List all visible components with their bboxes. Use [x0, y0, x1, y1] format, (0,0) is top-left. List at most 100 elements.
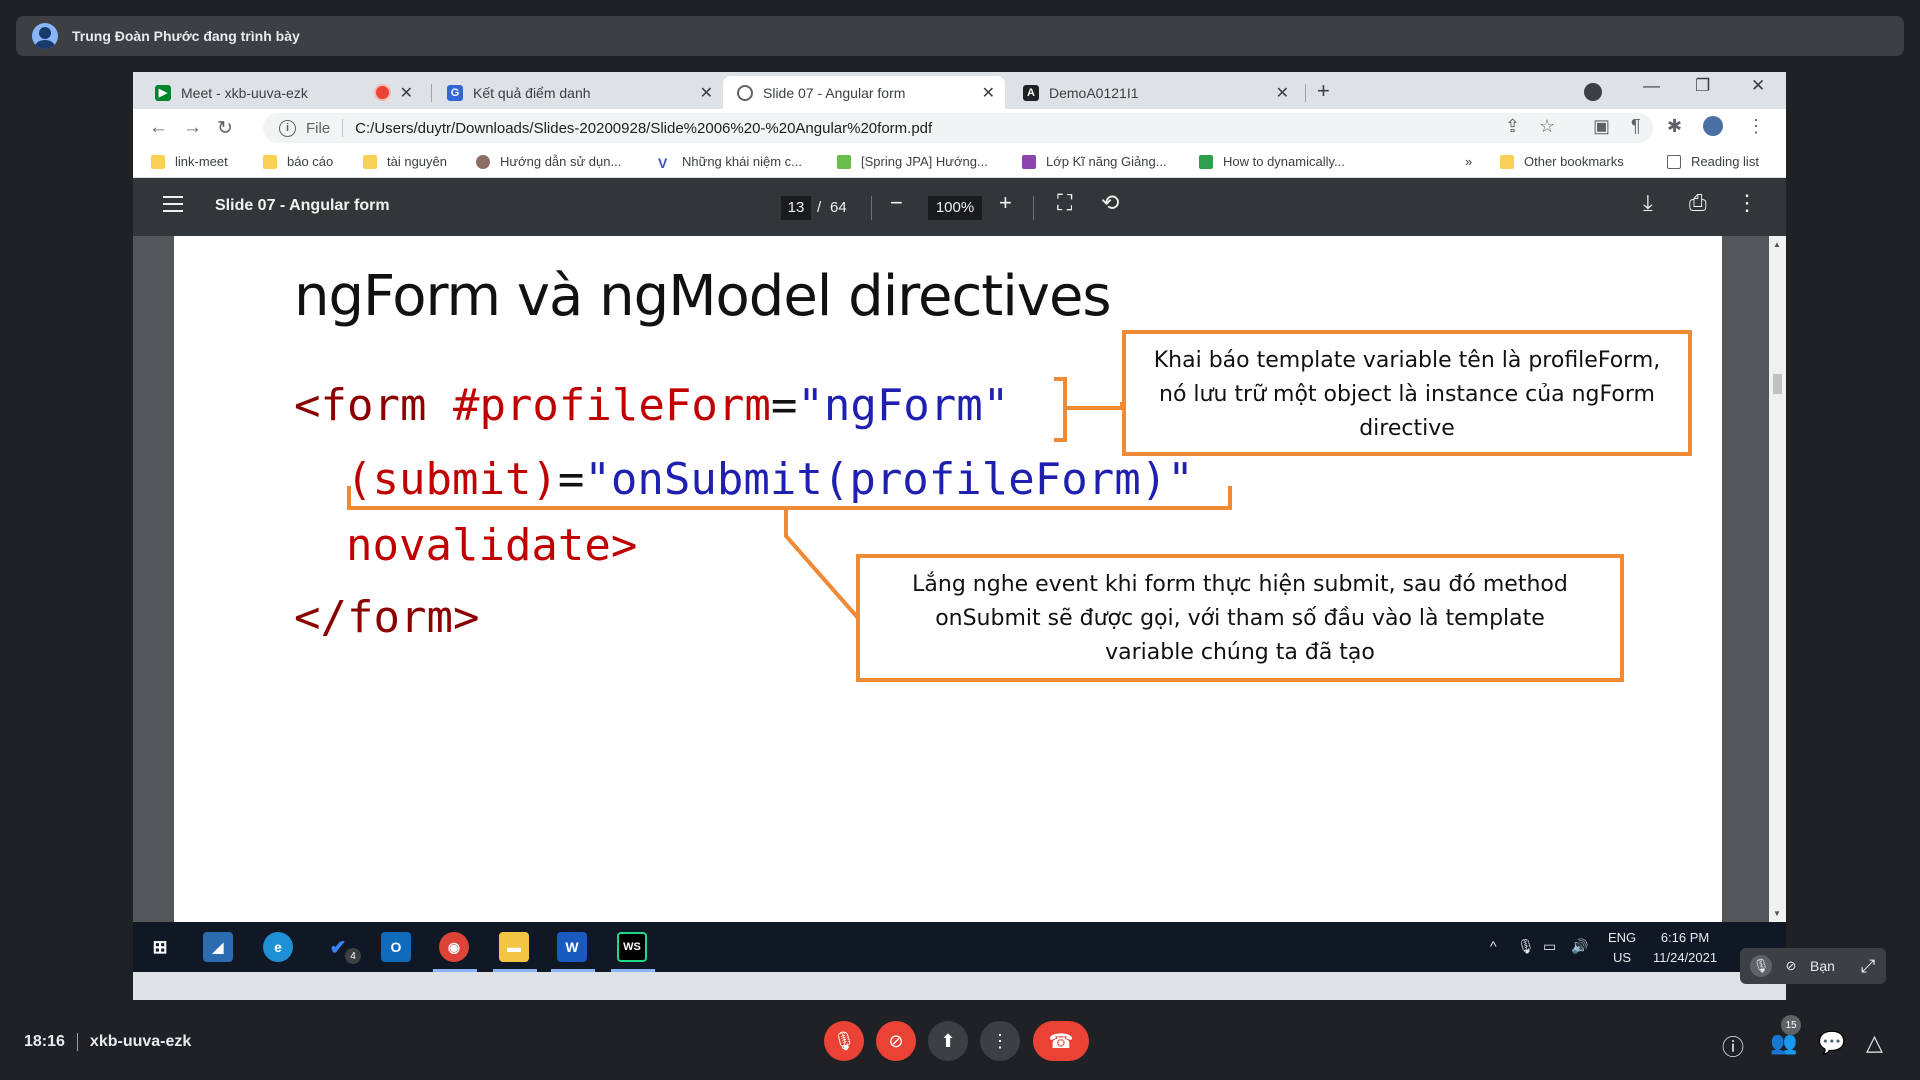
- other-bookmarks[interactable]: Other bookmarks: [1500, 154, 1624, 169]
- chrome-icon[interactable]: ◉: [439, 932, 469, 962]
- meeting-time: 18:16: [24, 1033, 65, 1051]
- close-icon[interactable]: ✕: [1276, 83, 1289, 103]
- tab-search-icon[interactable]: [1584, 83, 1602, 101]
- mic-off-button[interactable]: 🎙: [824, 1021, 864, 1061]
- tab-label: Slide 07 - Angular form: [763, 84, 906, 101]
- leave-call-button[interactable]: ☎: [1033, 1021, 1089, 1061]
- folder-icon: [151, 154, 165, 169]
- close-window-button[interactable]: ✕: [1751, 76, 1765, 96]
- windows-start-icon[interactable]: ⊞: [145, 932, 175, 962]
- info-icon[interactable]: i: [279, 119, 296, 137]
- present-button[interactable]: ⬆: [928, 1021, 968, 1061]
- back-icon[interactable]: ←: [149, 117, 168, 139]
- bookmarks-overflow-button[interactable]: »: [1465, 154, 1472, 169]
- reading-list[interactable]: Reading list: [1667, 154, 1759, 169]
- menu-icon[interactable]: [163, 196, 183, 212]
- self-preview-tile[interactable]: 🎙 ⊘ Bạn ⤢: [1740, 948, 1886, 984]
- meeting-details-icon[interactable]: ⓘ: [1722, 1030, 1744, 1062]
- pdf-viewport[interactable]: ngForm và ngModel directives <form #prof…: [133, 236, 1786, 922]
- meeting-code: xkb-uuva-ezk: [89, 1033, 192, 1051]
- callout-line: Khai báo template variable tên là profil…: [1153, 348, 1661, 373]
- new-tab-button[interactable]: +: [1317, 78, 1330, 104]
- phone-hangup-icon: ☎: [1048, 1030, 1074, 1053]
- profile-avatar[interactable]: [1703, 116, 1723, 136]
- region-label: US: [1613, 950, 1632, 965]
- camera-off-button[interactable]: ⊘: [876, 1021, 916, 1061]
- bookmark-item[interactable]: How to dynamically...: [1199, 154, 1345, 169]
- address-scheme: File: [306, 119, 331, 137]
- bookmark-item[interactable]: link-meet: [151, 154, 228, 169]
- meet-control-bar: 18:16 xkb-uuva-ezk 🎙 ⊘ ⬆ ⋮ ☎ ⓘ 👥 15 💬 △: [0, 1008, 1920, 1080]
- info-divider: [76, 1033, 78, 1051]
- volume-icon[interactable]: 🔊: [1571, 938, 1588, 955]
- print-icon[interactable]: ⎙: [1689, 192, 1707, 214]
- scroll-thumb[interactable]: [1773, 374, 1782, 394]
- bookmark-item[interactable]: Lớp Kĩ năng Giảng...: [1022, 154, 1167, 169]
- forward-icon[interactable]: →: [183, 117, 202, 139]
- tab-divider: [431, 84, 432, 102]
- chevron-up-icon[interactable]: ^: [1490, 938, 1497, 954]
- bookmark-item[interactable]: tài nguyên: [363, 154, 447, 169]
- camera-off-icon: ⊘: [1785, 958, 1797, 973]
- bookmark-item[interactable]: Hướng dẫn sử dụn...: [476, 154, 621, 169]
- file-explorer-icon[interactable]: ▬: [499, 932, 529, 962]
- callout-submit-event: Lắng nghe event khi form thực hiện submi…: [856, 554, 1624, 682]
- bookmark-item[interactable]: V Những khái niệm c...: [658, 154, 802, 171]
- zoom-in-button[interactable]: +: [999, 192, 1012, 214]
- bookmark-favicon-icon: [476, 154, 490, 169]
- puzzle-icon[interactable]: ✱: [1667, 116, 1682, 137]
- bookmark-label: [Spring JPA] Hướng...: [861, 154, 988, 169]
- minimize-button[interactable]: —: [1643, 76, 1660, 96]
- page-number-input[interactable]: 13: [781, 196, 811, 220]
- download-icon[interactable]: ⤓: [1643, 192, 1653, 214]
- expand-icon[interactable]: ⤢: [1861, 956, 1875, 977]
- tab-slide[interactable]: Slide 07 - Angular form ✕: [723, 76, 1005, 109]
- close-icon[interactable]: ✕: [400, 83, 413, 103]
- overflow-label: »: [1465, 154, 1473, 169]
- chat-icon[interactable]: 💬: [1818, 1030, 1845, 1056]
- open-app-indicator: [611, 969, 655, 972]
- activities-icon[interactable]: △: [1866, 1030, 1883, 1056]
- bookmark-star-icon[interactable]: ☆: [1539, 116, 1555, 137]
- close-icon[interactable]: ✕: [700, 83, 713, 103]
- battery-icon[interactable]: ▭: [1543, 938, 1556, 955]
- edge-icon[interactable]: e: [263, 932, 293, 962]
- close-icon[interactable]: ✕: [982, 83, 995, 103]
- meeting-info: 18:16 xkb-uuva-ezk: [24, 1033, 191, 1051]
- url-text[interactable]: C:/Users/duytr/Downloads/Slides-20200928…: [355, 120, 932, 137]
- scroll-up-icon[interactable]: ▲: [1773, 240, 1781, 249]
- address-divider: [342, 119, 344, 137]
- microphone-icon[interactable]: 🎙: [1517, 938, 1535, 955]
- callout-line: variable chúng ta đã tạo: [1105, 640, 1375, 665]
- share-icon[interactable]: ⇪: [1505, 116, 1520, 137]
- zoom-input[interactable]: 100%: [928, 196, 982, 220]
- tab-attendance[interactable]: G Kết quả điểm danh ✕: [433, 76, 723, 109]
- app-icon[interactable]: ◢: [203, 932, 233, 962]
- scroll-down-icon[interactable]: ▼: [1773, 909, 1781, 918]
- tab-meet[interactable]: ▶ Meet - xkb-uuva-ezk ✕: [141, 76, 423, 109]
- more-options-icon[interactable]: ⋮: [1736, 192, 1758, 214]
- bookmark-item[interactable]: báo cáo: [263, 154, 333, 169]
- zoom-out-button[interactable]: −: [890, 192, 903, 214]
- extension-icon[interactable]: ▣: [1593, 116, 1610, 137]
- bookmark-label: How to dynamically...: [1223, 154, 1345, 169]
- system-clock[interactable]: 6:16 PM 11/24/2021: [1653, 928, 1717, 968]
- more-options-button[interactable]: ⋮: [980, 1021, 1020, 1061]
- webstorm-icon[interactable]: WS: [617, 932, 647, 962]
- input-language[interactable]: ENG US: [1608, 928, 1636, 968]
- outlook-icon[interactable]: O: [381, 932, 411, 962]
- rotate-icon[interactable]: ⟲: [1101, 192, 1119, 214]
- pdf-scrollbar[interactable]: ▲ ▼: [1769, 236, 1786, 922]
- address-bar[interactable]: i File C:/Users/duytr/Downloads/Slides-2…: [263, 113, 1653, 143]
- kebab-menu-icon[interactable]: ⋮: [1747, 116, 1765, 137]
- tab-demo[interactable]: A DemoA0121I1 ✕: [1009, 76, 1299, 109]
- bookmark-item[interactable]: [Spring JPA] Hướng...: [837, 154, 988, 169]
- fit-page-icon[interactable]: ⛶: [1057, 192, 1072, 214]
- word-icon[interactable]: W: [557, 932, 587, 962]
- callout1-bracket: [1054, 377, 1124, 442]
- paragraph-icon[interactable]: ¶: [1631, 116, 1641, 137]
- toolbar-divider: [1033, 196, 1034, 220]
- restore-button[interactable]: ❐: [1695, 76, 1710, 96]
- total-pages: 64: [830, 199, 847, 216]
- reload-icon[interactable]: ↻: [217, 117, 233, 140]
